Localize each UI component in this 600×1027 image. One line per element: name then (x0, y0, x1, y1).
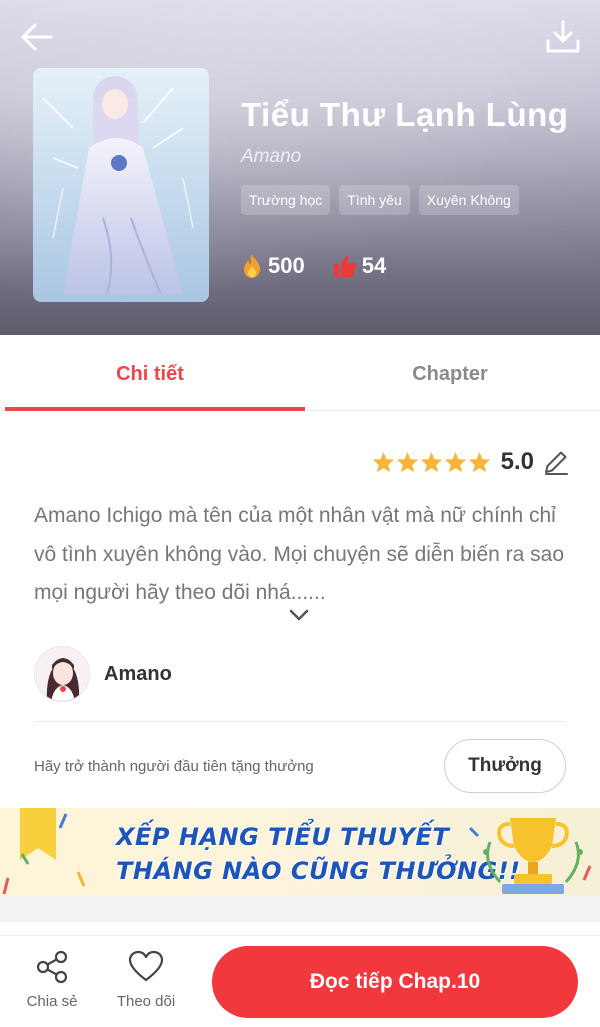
share-label: Chia sẻ (26, 993, 78, 1010)
section-divider (0, 896, 600, 922)
download-icon (546, 20, 580, 53)
tag-chip[interactable]: Trường học (241, 185, 331, 215)
tag-chip[interactable]: Tình yêu (339, 185, 410, 215)
views-stat: 500 (241, 253, 305, 279)
avatar[interactable] (34, 646, 90, 702)
thumbs-up-icon (333, 256, 356, 277)
banner-line-2: THÁNG NÀO CŨNG THƯỞNG!! (116, 857, 521, 885)
follow-button[interactable]: Theo dõi (106, 950, 186, 1010)
bottom-action-bar: Chia sẻ Theo dõi Đọc tiếp Chap.10 (0, 935, 600, 1027)
rating-value: 5.0 (500, 448, 534, 475)
tab-chapter[interactable]: Chapter (300, 335, 600, 410)
expand-description-button[interactable] (287, 606, 311, 624)
trophy-icon (483, 818, 583, 894)
author-name[interactable]: Amano (104, 646, 172, 702)
rating-row: 5.0 (372, 445, 570, 479)
star-rating (372, 451, 491, 473)
fire-icon (244, 254, 260, 278)
novel-description: Amano Ichigo mà tên của một nhân vật mà … (34, 504, 565, 604)
tag-list: Trường học Tình yêu Xuyên Không (241, 185, 581, 215)
reward-row: Hãy trở thành người đầu tiên tặng thưởng… (34, 738, 566, 794)
continue-reading-button[interactable]: Đọc tiếp Chap.10 (212, 946, 578, 1018)
novel-title: Tiểu Thư Lạnh Lùng (241, 96, 569, 133)
star-icon (444, 451, 466, 473)
tag-chip[interactable]: Xuyên Không (418, 185, 519, 215)
banner-line-1: XẾP HẠNG TIỂU THUYẾT (116, 823, 450, 851)
detail-tabs: Chi tiết Chapter (0, 335, 600, 411)
arrow-left-icon (21, 23, 53, 51)
star-icon (420, 451, 442, 473)
tab-details[interactable]: Chi tiết (0, 335, 305, 411)
novel-author[interactable]: Amano (241, 145, 581, 169)
likes-count: 54 (361, 253, 387, 278)
reward-button[interactable]: Thưởng (444, 739, 566, 793)
back-button[interactable] (14, 14, 60, 60)
ranking-banner[interactable]: XẾP HẠNG TIỂU THUYẾT THÁNG NÀO CŨNG THƯỞ… (0, 808, 600, 896)
share-icon (36, 950, 68, 984)
star-icon (372, 451, 394, 473)
follow-label: Theo dõi (116, 993, 176, 1010)
reward-prompt: Hãy trở thành người đầu tiên tặng thưởng (34, 757, 314, 775)
views-count: 500 (268, 253, 305, 278)
heart-icon (128, 950, 164, 982)
novel-detail-page: Tiểu Thư Lạnh Lùng Amano Trường học Tình… (0, 0, 600, 1027)
pencil-icon[interactable] (542, 448, 570, 476)
share-button[interactable]: Chia sẻ (12, 950, 92, 1010)
hero-header: Tiểu Thư Lạnh Lùng Amano Trường học Tình… (0, 0, 600, 335)
star-icon (468, 451, 490, 473)
banner-headline: XẾP HẠNG TIỂU THUYẾT THÁNG NÀO CŨNG THƯỞ… (116, 820, 521, 888)
novel-info: Tiểu Thư Lạnh Lùng Amano Trường học Tình… (241, 95, 581, 279)
star-icon (396, 451, 418, 473)
stats-row: 500 54 (241, 253, 581, 279)
book-cover[interactable] (33, 68, 209, 302)
download-button[interactable] (540, 14, 586, 60)
likes-stat: 54 (333, 253, 386, 279)
chevron-down-icon (289, 609, 309, 621)
author-row[interactable]: Amano (34, 646, 566, 722)
